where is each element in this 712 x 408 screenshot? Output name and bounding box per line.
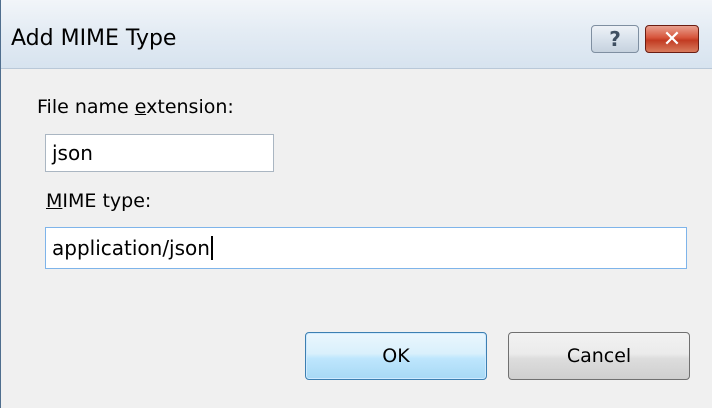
file-extension-value: json [52, 141, 93, 165]
cancel-button-label: Cancel [566, 345, 632, 367]
file-extension-input[interactable]: json [45, 134, 274, 172]
mime-type-label-accel: M [46, 190, 63, 212]
text-cursor [210, 236, 213, 260]
file-extension-label-post: xtension: [146, 96, 234, 118]
help-icon: ? [609, 27, 621, 51]
close-icon: ✕ [662, 26, 682, 52]
help-button[interactable]: ? [591, 25, 639, 53]
close-button[interactable]: ✕ [645, 25, 699, 53]
add-mime-type-dialog: Add MIME Type ? ✕ File name extension: j… [0, 0, 712, 408]
file-extension-label-accel: e [134, 96, 147, 118]
cancel-button[interactable]: Cancel [508, 332, 690, 380]
file-extension-label-pre: File name [37, 96, 135, 118]
mime-type-label-post: IME type: [62, 190, 152, 212]
ok-button[interactable]: OK [305, 332, 487, 380]
dialog-title: Add MIME Type [11, 26, 177, 51]
mime-type-label: MIME type: [46, 190, 151, 212]
mime-type-input[interactable]: application/json [45, 227, 687, 269]
mime-type-value: application/json [52, 236, 210, 260]
file-extension-label: File name extension: [37, 96, 234, 118]
ok-button-label: OK [382, 345, 410, 367]
title-bar[interactable]: Add MIME Type ? ✕ [1, 0, 712, 69]
